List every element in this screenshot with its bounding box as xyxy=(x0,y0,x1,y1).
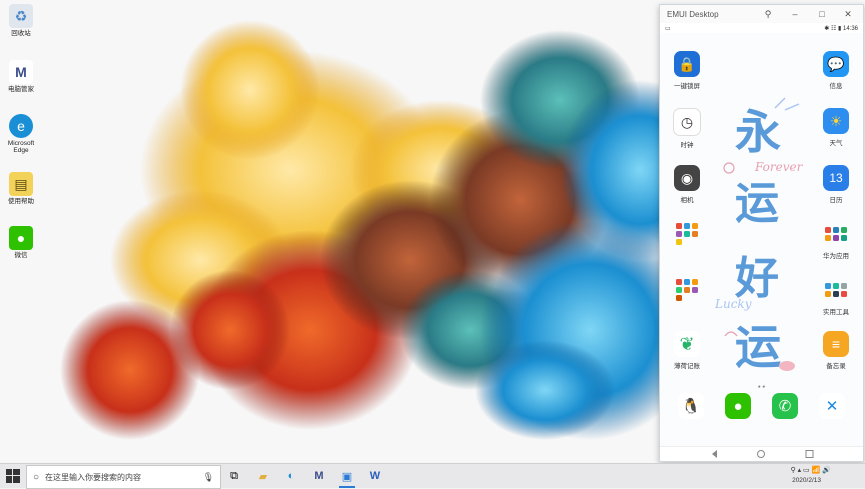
desktop-icon-label: 回收站 xyxy=(11,30,31,37)
qq-icon[interactable]: 🐧 xyxy=(678,393,704,419)
phone-screen: 永 运 好 运 Forever Lucky 🔒 一键锁屏 ◷ 时钟 ◉ 相机 ❦… xyxy=(660,33,863,461)
app-label: 备忘录 xyxy=(826,363,846,370)
app-label: 薄荷记账 xyxy=(674,363,700,370)
tray-date[interactable]: 2020/2/13 xyxy=(792,477,821,484)
app-label: 一键锁屏 xyxy=(674,83,700,90)
system-tray: ⚲ ▴ ▭ 📶 🔊 2020/2/13 xyxy=(790,466,861,484)
edge-taskbar-icon[interactable]: ◐ xyxy=(282,467,300,485)
lock-icon: 🔒 xyxy=(674,51,700,77)
notes-icon: ≡ xyxy=(823,331,849,357)
pin-icon[interactable]: ⚲ xyxy=(761,7,775,21)
folder-icon xyxy=(823,277,849,303)
window-title: EMUI Desktop xyxy=(667,9,719,19)
windows-start-icon[interactable] xyxy=(6,469,20,483)
calligraphy-art: 永 运 好 运 Forever Lucky xyxy=(715,97,804,374)
search-icon: ○ xyxy=(33,471,40,483)
camera-icon: ◉ xyxy=(674,165,700,191)
app-folder-1[interactable] xyxy=(667,221,707,250)
taskbar-search-box[interactable]: ○ 在这里输入你要搜索的内容 🎙 xyxy=(26,465,221,489)
calligraphy-lucky: Lucky xyxy=(715,297,752,311)
blush-doodle xyxy=(779,361,795,371)
app-messages[interactable]: 💬 信息 xyxy=(816,51,856,90)
app-notes[interactable]: ≡ 备忘录 xyxy=(816,331,856,370)
app-label: 相机 xyxy=(680,197,694,204)
pc-manager-taskbar-icon[interactable]: M xyxy=(310,467,328,485)
desktop-icon-recycle-bin[interactable]: ♻ 回收站 xyxy=(4,4,38,37)
maximize-button[interactable]: □ xyxy=(815,7,829,21)
recents-icon[interactable] xyxy=(805,450,814,458)
desktop-icon-label: Microsoft Edge xyxy=(7,140,35,154)
edge-icon: e xyxy=(9,114,33,138)
desktop-icon-label: 电脑管家 xyxy=(8,86,34,93)
app-lock-screen[interactable]: 🔒 一键锁屏 xyxy=(667,51,707,90)
page-indicator: ● ● xyxy=(757,384,766,390)
calligraphy-char-yun2: 运 xyxy=(735,320,781,374)
sun-icon: ☀ xyxy=(823,108,849,134)
app-label: 实用工具 xyxy=(823,309,849,316)
app-camera[interactable]: ◉ 相机 xyxy=(667,165,707,204)
phone-status-bar: ▭ ✱ ☷ ▮ 14:36 xyxy=(660,23,863,33)
app-clock[interactable]: ◷ 时钟 xyxy=(667,108,707,149)
app-label: 华为应用 xyxy=(823,253,849,260)
desktop-icon-help[interactable]: ▤ 使用帮助 xyxy=(4,172,38,205)
desktop-icon-label: 使用帮助 xyxy=(8,198,34,205)
task-view-icon[interactable]: ⧉ xyxy=(225,467,243,485)
desktop-icon-pc-manager[interactable]: M 电脑管家 xyxy=(4,60,38,93)
desktop-icon-label: 微信 xyxy=(14,252,28,259)
signal-icon: ▭ xyxy=(665,25,671,32)
desktop: ♻ 回收站 M 电脑管家 e Microsoft Edge ▤ 使用帮助 ● 微… xyxy=(0,0,865,463)
calligraphy-char-yun: 运 xyxy=(735,178,779,229)
app-label: 天气 xyxy=(829,140,843,147)
desktop-icon-edge[interactable]: e Microsoft Edge xyxy=(4,114,38,154)
app-weather[interactable]: ☀ 天气 xyxy=(816,108,856,147)
file-explorer-icon[interactable]: ▰ xyxy=(254,467,272,485)
phone-nav-bar xyxy=(660,446,863,461)
app-folder-2[interactable] xyxy=(667,277,707,306)
app-tools[interactable]: 实用工具 xyxy=(816,277,856,316)
heart-doodle xyxy=(723,162,735,174)
help-document-icon: ▤ xyxy=(9,172,33,196)
recycle-bin-icon: ♻ xyxy=(9,4,33,28)
home-icon[interactable] xyxy=(757,450,765,458)
folder-icon xyxy=(674,221,700,247)
close-button[interactable]: ✕ xyxy=(841,7,855,21)
folder-icon xyxy=(823,221,849,247)
calendar-icon: 13 xyxy=(823,165,849,191)
taskbar: ○ 在这里输入你要搜索的内容 🎙 ⧉ ▰ ◐ M ▣ W ⚲ ▴ ▭ 📶 🔊 2… xyxy=(0,463,865,489)
message-icon: 💬 xyxy=(823,51,849,77)
leaf-icon: ❦ xyxy=(674,331,700,357)
folder-icon xyxy=(674,277,700,303)
app-huawei-apps[interactable]: 华为应用 xyxy=(816,221,856,260)
wechat-icon[interactable]: ● xyxy=(725,393,751,419)
status-icons: ✱ ☷ ▮ xyxy=(824,25,843,32)
word-icon[interactable]: W xyxy=(366,467,384,485)
emui-desktop-taskbar-icon[interactable]: ▣ xyxy=(338,467,356,488)
minimize-button[interactable]: – xyxy=(788,7,802,21)
microphone-icon[interactable]: 🎙 xyxy=(203,472,214,483)
app-label: 时钟 xyxy=(680,142,694,149)
tray-icons: ⚲ ▴ ▭ 📶 🔊 xyxy=(790,467,831,474)
emui-desktop-window[interactable]: EMUI Desktop ⚲ – □ ✕ ▭ ✱ ☷ ▮ 14:36 永 运 好… xyxy=(659,4,864,462)
pc-manager-icon: M xyxy=(9,60,33,84)
phone-icon[interactable]: ✆ xyxy=(772,393,798,419)
window-titlebar[interactable]: EMUI Desktop ⚲ – □ ✕ xyxy=(660,5,863,23)
desktop-icon-wechat[interactable]: ● 微信 xyxy=(4,226,38,259)
app-label: 日历 xyxy=(829,197,843,204)
app-label: 信息 xyxy=(829,83,843,90)
x-icon[interactable]: ✕ xyxy=(819,393,845,419)
calligraphy-forever: Forever xyxy=(754,160,804,174)
app-calendar[interactable]: 13 日历 xyxy=(816,165,856,204)
status-time: 14:36 xyxy=(842,25,858,32)
calligraphy-char-yong: 永 xyxy=(735,105,781,159)
app-mint-ledger[interactable]: ❦ 薄荷记账 xyxy=(667,331,707,370)
back-icon[interactable] xyxy=(712,450,717,458)
search-placeholder: 在这里输入你要搜索的内容 xyxy=(45,472,142,482)
wechat-icon: ● xyxy=(9,226,33,250)
clock-icon: ◷ xyxy=(673,108,701,136)
